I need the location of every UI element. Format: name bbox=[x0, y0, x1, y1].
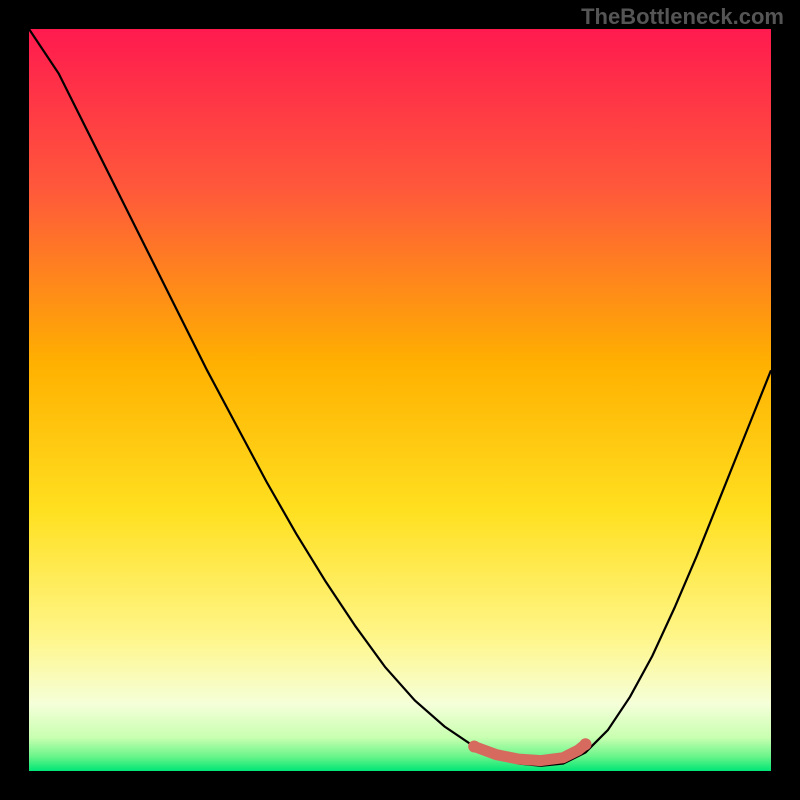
chart-svg bbox=[29, 29, 771, 771]
marker-dot bbox=[468, 741, 480, 753]
marker-dot bbox=[580, 738, 592, 750]
highlight-marker bbox=[474, 744, 585, 760]
chart-container: TheBottleneck.com bbox=[0, 0, 800, 800]
plot-area bbox=[29, 29, 771, 771]
bottleneck-curve bbox=[29, 29, 771, 766]
watermark-text: TheBottleneck.com bbox=[581, 4, 784, 30]
